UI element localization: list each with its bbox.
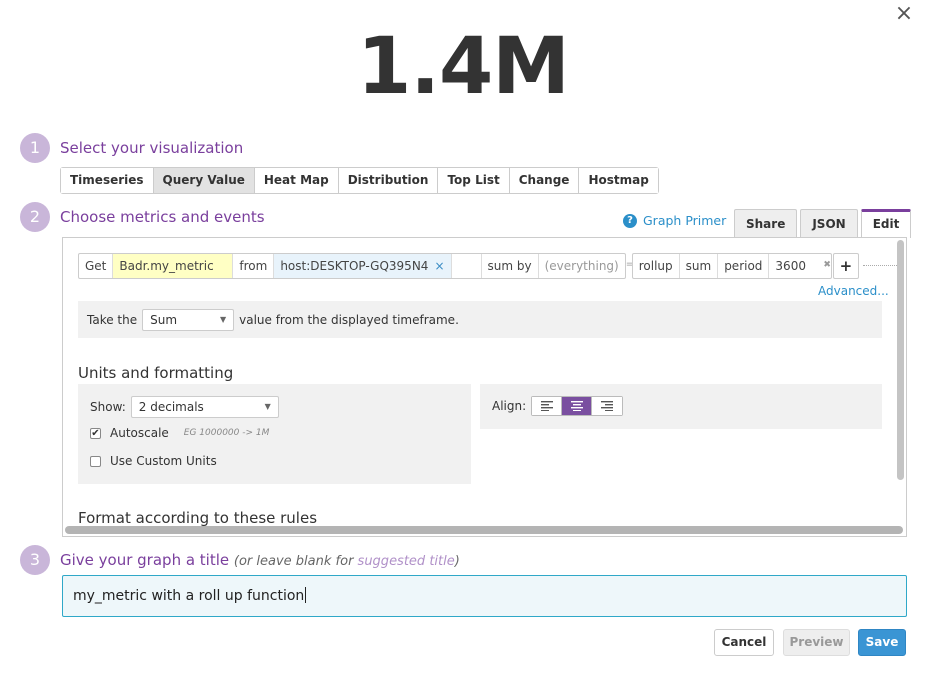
aggregation-value: Sum: [150, 312, 178, 327]
align-center-button[interactable]: [562, 397, 593, 415]
graph-title-input[interactable]: my_metric with a roll up function: [62, 575, 907, 617]
step-3-hint: (or leave blank for suggested title): [234, 554, 460, 569]
sum-by-label: sum by: [482, 254, 539, 278]
remove-host-icon[interactable]: ×: [434, 259, 444, 273]
metrics-editor-panel: Get Badr.my_metric from host:DESKTOP-GQ3…: [62, 237, 907, 537]
hint-prefix: (or leave blank for: [233, 554, 358, 569]
step-1-badge: 1: [20, 133, 50, 163]
editor-tabs: Share JSON Edit: [734, 209, 912, 238]
rollup-fn-select[interactable]: sum: [680, 254, 719, 278]
align-right-button[interactable]: [592, 397, 623, 415]
clear-function-icon[interactable]: ✖: [823, 253, 831, 279]
metric-query-group: Get Badr.my_metric from host:DESKTOP-GQ3…: [78, 253, 626, 279]
timeframe-suffix: value from the displayed timeframe.: [239, 312, 459, 327]
host-tag[interactable]: host:DESKTOP-GQ395N4 ×: [274, 254, 452, 278]
tab-heat-map[interactable]: Heat Map: [254, 168, 339, 193]
align-left-button[interactable]: [532, 397, 563, 415]
sum-by-input[interactable]: (everything): [539, 254, 625, 278]
align-button-group: [531, 396, 624, 416]
cancel-button[interactable]: Cancel: [714, 629, 774, 656]
aggregation-select[interactable]: Sum ▼: [142, 308, 235, 331]
tab-timeseries[interactable]: Timeseries: [61, 168, 154, 193]
tab-edit[interactable]: Edit: [860, 209, 912, 238]
tab-json[interactable]: JSON: [800, 209, 858, 238]
step-2-title: Choose metrics and events: [60, 208, 265, 226]
chevron-down-icon: ▼: [264, 402, 271, 411]
step-3-title: Give your graph a title (or leave blank …: [60, 551, 460, 569]
preview-button[interactable]: Preview: [783, 629, 850, 656]
chevron-down-icon: ▼: [219, 314, 227, 324]
text-cursor: [305, 587, 307, 603]
tab-change[interactable]: Change: [509, 168, 580, 193]
host-tag-label: host:DESKTOP-GQ395N4: [280, 259, 429, 273]
custom-units-label: Use Custom Units: [110, 454, 217, 468]
units-section-title: Units and formatting: [78, 364, 234, 382]
host-input[interactable]: [452, 254, 482, 278]
dotted-connector: [862, 253, 899, 266]
tab-distribution[interactable]: Distribution: [338, 168, 439, 193]
graph-title-value: my_metric with a roll up function: [73, 588, 305, 604]
tab-hostmap[interactable]: Hostmap: [579, 168, 658, 193]
align-right-icon: [601, 401, 614, 411]
question-icon: ?: [623, 213, 637, 228]
tab-query-value[interactable]: Query Value: [153, 168, 255, 193]
tab-share[interactable]: Share: [734, 209, 798, 238]
autoscale-checkbox[interactable]: ✔: [90, 427, 101, 439]
step-3-title-text: Give your graph a title: [60, 551, 230, 569]
from-label: from: [233, 254, 275, 278]
align-panel: Align:: [480, 384, 882, 429]
align-row: Align:: [492, 396, 624, 416]
get-label: Get: [79, 254, 114, 278]
step-3-badge: 3: [20, 545, 50, 575]
metric-input[interactable]: Badr.my_metric: [113, 254, 234, 278]
custom-units-row: Use Custom Units: [90, 454, 217, 468]
align-label: Align:: [492, 399, 527, 413]
visualization-tabs: Timeseries Query Value Heat Map Distribu…: [60, 167, 659, 194]
horizontal-scrollbar[interactable]: [65, 526, 903, 534]
show-row: Show: 2 decimals ▼: [90, 396, 279, 418]
decimals-value: 2 decimals: [138, 400, 204, 414]
hint-suffix: ): [454, 554, 460, 569]
rollup-function-group: rollup sum period 3600: [631, 253, 833, 279]
align-left-icon: [540, 401, 553, 411]
show-label: Show:: [90, 400, 126, 414]
autoscale-label: Autoscale: [110, 426, 169, 440]
step-2-badge: 2: [20, 202, 50, 232]
query-row: Get Badr.my_metric from host:DESKTOP-GQ3…: [78, 253, 906, 279]
graph-primer-label[interactable]: Graph Primer: [643, 213, 726, 228]
period-input[interactable]: 3600: [769, 254, 831, 278]
decimals-select[interactable]: 2 decimals ▼: [130, 396, 279, 418]
format-rules-title: Format according to these rules: [78, 509, 318, 527]
timeframe-aggregation-row: Take the Sum ▼ value from the displayed t…: [78, 301, 882, 338]
period-label: period: [718, 254, 770, 278]
timeframe-prefix: Take the: [87, 312, 138, 327]
custom-units-checkbox[interactable]: [90, 455, 101, 467]
units-options-panel: Show: 2 decimals ▼ ✔ Autoscale EG 1000000…: [78, 384, 471, 484]
add-function-button[interactable]: +: [832, 253, 859, 279]
step-1-title: Select your visualization: [60, 139, 244, 157]
graph-primer-link[interactable]: ? Graph Primer: [623, 213, 726, 228]
autoscale-hint: EG 1000000 -> 1M: [183, 428, 270, 438]
query-value-display: 1.4M: [357, 22, 570, 112]
suggested-title-link[interactable]: suggested title: [358, 554, 455, 569]
advanced-link[interactable]: Advanced...: [818, 284, 889, 298]
save-button[interactable]: Save: [858, 629, 906, 656]
autoscale-row: ✔ Autoscale EG 1000000 -> 1M: [90, 426, 269, 440]
rollup-label: rollup: [633, 254, 680, 278]
align-center-icon: [570, 401, 583, 411]
equals-separator: =: [625, 259, 635, 270]
tab-top-list[interactable]: Top List: [438, 168, 510, 193]
vertical-scrollbar[interactable]: [897, 240, 904, 480]
